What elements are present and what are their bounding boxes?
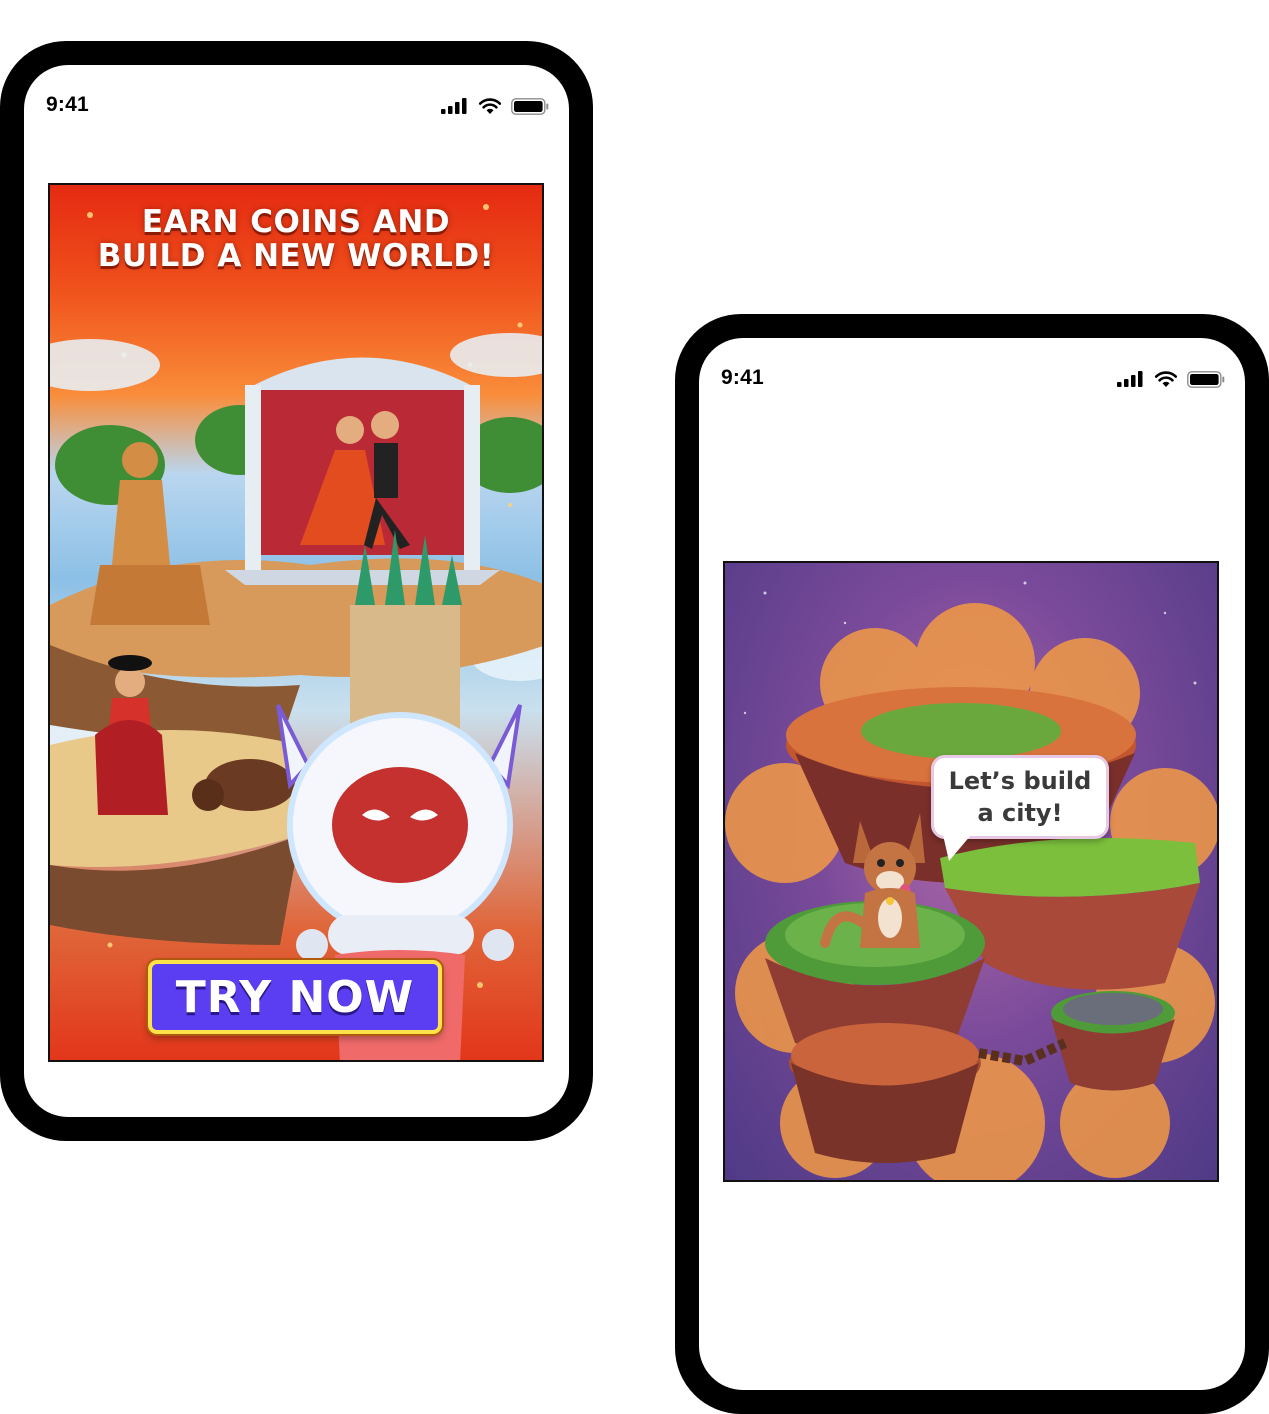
signal-icon (441, 98, 467, 114)
phone-right: 9:41 Let’s build a city! (675, 314, 1269, 1414)
speech-bubble-line1: Let’s build (948, 767, 1092, 795)
floating-islands-illustration (725, 581, 1217, 1180)
status-bar: 9:41 (699, 338, 1245, 418)
status-bar: 9:41 (24, 65, 569, 145)
phone-left-screen: 9:41 EARN COINS AND BUILD A NEW WORLD! T… (24, 65, 569, 1117)
phone-right-screen: 9:41 Let’s build a city! (699, 338, 1245, 1390)
battery-icon (511, 97, 549, 115)
status-time: 9:41 (721, 366, 764, 389)
speech-bubble: Let’s build a city! (931, 755, 1109, 839)
signal-icon (1117, 371, 1143, 387)
battery-icon (1187, 370, 1225, 388)
status-icons (441, 97, 549, 115)
ad-headline-line2: BUILD A NEW WORLD! (97, 238, 495, 274)
wifi-icon (1154, 370, 1178, 387)
ad-headline-line1: EARN COINS AND (141, 204, 451, 240)
game-scene[interactable]: Let’s build a city! (723, 561, 1219, 1182)
ad-headline: EARN COINS AND BUILD A NEW WORLD! (50, 205, 542, 273)
speech-bubble-line2: a city! (977, 799, 1063, 827)
ad-banner[interactable]: EARN COINS AND BUILD A NEW WORLD! TRY NO… (48, 183, 544, 1062)
phone-left: 9:41 EARN COINS AND BUILD A NEW WORLD! T… (0, 41, 593, 1141)
wifi-icon (478, 97, 502, 114)
ad-illustration (50, 204, 542, 1060)
speech-bubble-tail (943, 835, 971, 861)
status-icons (1117, 370, 1225, 388)
status-time: 9:41 (46, 93, 89, 116)
try-now-button[interactable]: TRY NOW (148, 960, 442, 1034)
